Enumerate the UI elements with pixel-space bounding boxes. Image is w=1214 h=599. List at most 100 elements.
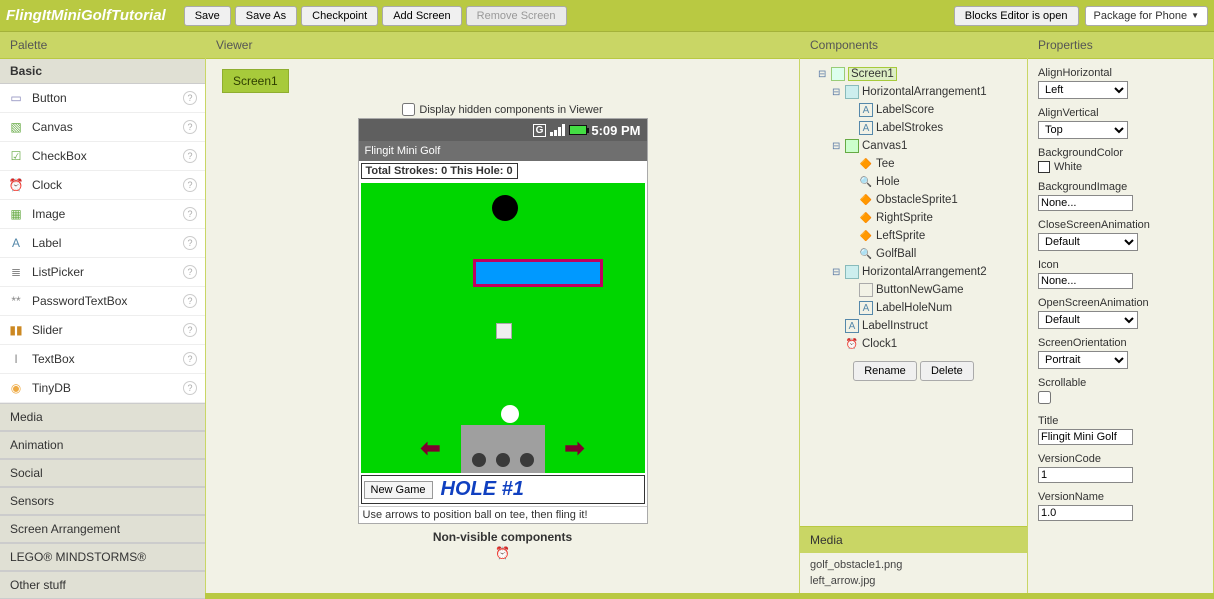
help-icon[interactable]: ? [183, 178, 197, 192]
clock-icon: ⏰ [495, 546, 510, 560]
tree-label: HorizontalArrangement2 [862, 266, 987, 278]
help-icon[interactable]: ? [183, 120, 197, 134]
palette-item-icon: ▮▮ [8, 322, 24, 338]
tree-item-screen[interactable]: ⊟Screen1 [818, 65, 1023, 83]
blocks-editor-button[interactable]: Blocks Editor is open [954, 6, 1079, 26]
tree-item[interactable]: ALabelInstruct [832, 317, 1023, 335]
media-item[interactable]: golf_obstacle1.png [810, 557, 1017, 573]
versionname-input[interactable] [1038, 505, 1133, 521]
delete-button[interactable]: Delete [920, 361, 974, 381]
bgcolor-button[interactable]: White [1038, 161, 1203, 173]
checkpoint-button[interactable]: Checkpoint [301, 6, 378, 26]
package-dropdown[interactable]: Package for Phone ▼ [1085, 6, 1209, 26]
palette-panel: Palette Basic ▭Button?▧Canvas?☑CheckBox?… [0, 32, 206, 593]
label-icon: A [859, 121, 873, 135]
help-icon[interactable]: ? [183, 91, 197, 105]
palette-item[interactable]: ▦Image? [0, 200, 205, 229]
tree-label: Hole [876, 176, 900, 188]
right-arrow-icon[interactable]: ➡ [564, 434, 584, 463]
left-arrow-icon[interactable]: ⬅ [421, 434, 441, 463]
orientation-select[interactable]: Portrait [1038, 351, 1128, 369]
palette-item-label: TextBox [32, 352, 75, 366]
tree-item[interactable]: 🔶ObstacleSprite1 [846, 191, 1023, 209]
palette-item[interactable]: ⏰Clock? [0, 171, 205, 200]
collapse-icon[interactable]: ⊟ [832, 87, 842, 98]
tree-item[interactable]: 🔶LeftSprite [846, 227, 1023, 245]
palette-category[interactable]: Screen Arrangement [0, 515, 205, 543]
package-label: Package for Phone [1094, 10, 1188, 22]
canvas-icon [845, 139, 859, 153]
golfball-sprite[interactable] [501, 405, 519, 423]
palette-item[interactable]: ▭Button? [0, 84, 205, 113]
scrollable-checkbox[interactable] [1038, 391, 1051, 404]
palette-category[interactable]: Media [0, 403, 205, 431]
help-icon[interactable]: ? [183, 294, 197, 308]
media-item[interactable]: left_arrow.jpg [810, 573, 1017, 589]
screen-tab[interactable]: Screen1 [222, 69, 289, 93]
palette-category[interactable]: Social [0, 459, 205, 487]
tee-sprite[interactable] [461, 425, 545, 473]
save-button[interactable]: Save [184, 6, 231, 26]
label-icon: A [845, 319, 859, 333]
align-horizontal-select[interactable]: Left [1038, 81, 1128, 99]
help-icon[interactable]: ? [183, 323, 197, 337]
button-icon [859, 283, 873, 297]
palette-item[interactable]: ITextBox? [0, 345, 205, 374]
palette-item[interactable]: ALabel? [0, 229, 205, 258]
palette-item[interactable]: ☑CheckBox? [0, 142, 205, 171]
save-as-button[interactable]: Save As [235, 6, 297, 26]
center-sprite[interactable] [496, 323, 512, 339]
help-icon[interactable]: ? [183, 352, 197, 366]
score-label: Total Strokes: 0 This Hole: 0 [361, 163, 518, 179]
help-icon[interactable]: ? [183, 381, 197, 395]
align-vertical-select[interactable]: Top [1038, 121, 1128, 139]
palette-item[interactable]: ≣ListPicker? [0, 258, 205, 287]
display-hidden-checkbox[interactable] [402, 103, 415, 116]
collapse-icon[interactable]: ⊟ [832, 141, 842, 152]
tree-item[interactable]: ALabelHoleNum [846, 299, 1023, 317]
rename-button[interactable]: Rename [853, 361, 917, 381]
icon-input[interactable] [1038, 273, 1133, 289]
tree-item[interactable]: ⊟Canvas1 [832, 137, 1023, 155]
versioncode-input[interactable] [1038, 467, 1133, 483]
palette-item-label: PasswordTextBox [32, 294, 127, 308]
tree-item[interactable]: ⏰Clock1 [832, 335, 1023, 353]
tree-item[interactable]: ButtonNewGame [846, 281, 1023, 299]
tree-item[interactable]: 🔍GolfBall [846, 245, 1023, 263]
collapse-icon[interactable]: ⊟ [818, 69, 828, 80]
bgimage-input[interactable] [1038, 195, 1133, 211]
hole-sprite[interactable] [492, 195, 518, 221]
help-icon[interactable]: ? [183, 149, 197, 163]
palette-category[interactable]: Animation [0, 431, 205, 459]
palette-category[interactable]: Other stuff [0, 571, 205, 599]
tree-item[interactable]: ⊟ HorizontalArrangement2 [832, 263, 1023, 281]
add-screen-button[interactable]: Add Screen [382, 6, 461, 26]
palette-item[interactable]: **PasswordTextBox? [0, 287, 205, 316]
close-anim-select[interactable]: Default [1038, 233, 1138, 251]
palette-item-label: Label [32, 236, 61, 250]
title-input[interactable] [1038, 429, 1133, 445]
help-icon[interactable]: ? [183, 265, 197, 279]
palette-category-basic[interactable]: Basic [0, 59, 205, 84]
palette-category[interactable]: LEGO® MINDSTORMS® [0, 543, 205, 571]
tree-item[interactable]: ⊟HorizontalArrangement1 [832, 83, 1023, 101]
tree-label: LabelStrokes [876, 122, 943, 134]
tree-item[interactable]: 🔶RightSprite [846, 209, 1023, 227]
new-game-button[interactable]: New Game [364, 481, 433, 499]
hole-bar: New Game HOLE #1 [361, 475, 645, 504]
tree-label: LabelInstruct [862, 320, 928, 332]
palette-category[interactable]: Sensors [0, 487, 205, 515]
collapse-icon[interactable]: ⊟ [832, 267, 842, 278]
help-icon[interactable]: ? [183, 236, 197, 250]
tree-item[interactable]: ALabelScore [846, 101, 1023, 119]
tree-item[interactable]: ALabelStrokes [846, 119, 1023, 137]
tree-item[interactable]: 🔶Tee [846, 155, 1023, 173]
obstacle-sprite[interactable] [473, 259, 603, 287]
tree-item[interactable]: 🔍Hole [846, 173, 1023, 191]
palette-item[interactable]: ▮▮Slider? [0, 316, 205, 345]
palette-item[interactable]: ▧Canvas? [0, 113, 205, 142]
canvas-preview[interactable]: ⬅ ➡ [361, 183, 645, 473]
help-icon[interactable]: ? [183, 207, 197, 221]
palette-item[interactable]: ◉TinyDB? [0, 374, 205, 403]
open-anim-select[interactable]: Default [1038, 311, 1138, 329]
